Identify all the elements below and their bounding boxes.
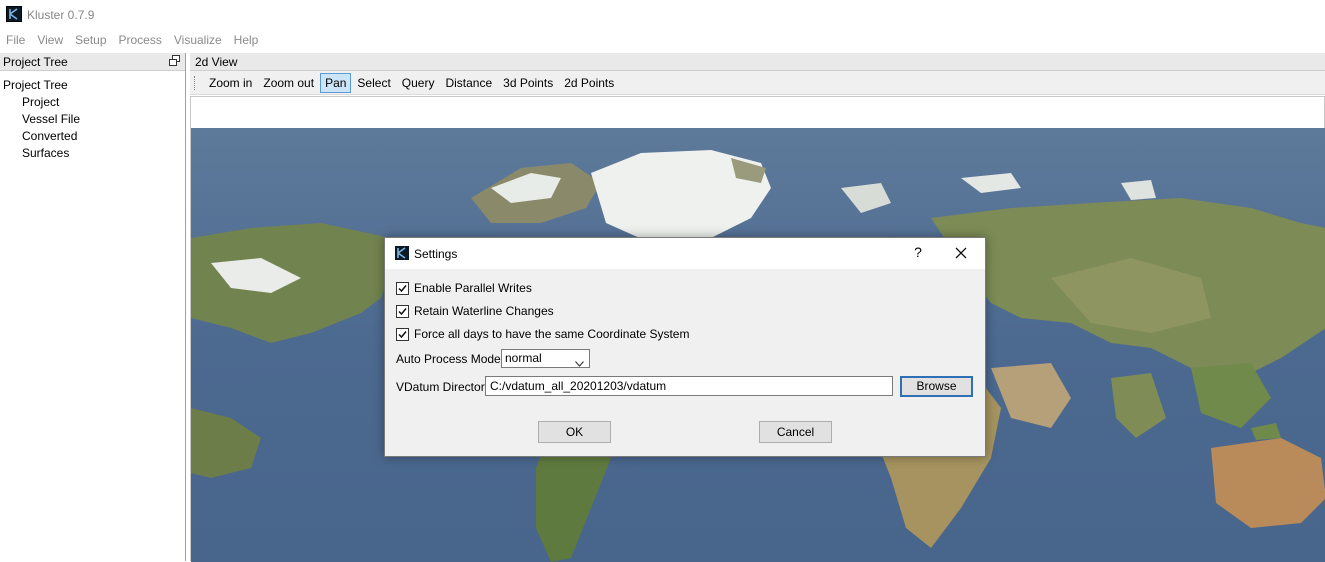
vdatum-directory-label: VDatum Directory [396, 380, 491, 394]
menu-help[interactable]: Help [228, 31, 265, 51]
menu-setup[interactable]: Setup [69, 31, 112, 51]
kluster-logo-icon [6, 6, 22, 22]
tree-item-vessel-file[interactable]: Vessel File [0, 111, 185, 128]
settings-dialog: Settings ? Enable Parallel Writes Retain… [384, 237, 986, 457]
project-tree: Project Tree Project Vessel File Convert… [0, 71, 185, 162]
map-toolbar: Zoom in Zoom out Pan Select Query Distan… [190, 71, 1325, 95]
same-coordinate-system-checkbox[interactable] [396, 327, 409, 341]
same-coordinate-system-option[interactable]: Force all days to have the same Coordina… [396, 326, 689, 342]
parallel-writes-checkbox[interactable] [396, 281, 409, 295]
toolbar-grip[interactable] [194, 75, 197, 90]
cancel-button[interactable]: Cancel [759, 421, 832, 443]
app-title-bar: Kluster 0.7.9 [0, 0, 1325, 30]
close-icon[interactable] [952, 244, 970, 262]
tree-item-surfaces[interactable]: Surfaces [0, 145, 185, 162]
project-tree-panel-title: Project Tree [3, 55, 68, 69]
auto-process-mode-label: Auto Process Mode: [396, 352, 505, 366]
retain-waterline-label: Retain Waterline Changes [414, 304, 554, 318]
settings-dialog-title: Settings [414, 247, 458, 261]
query-button[interactable]: Query [397, 73, 440, 93]
menu-bar: File View Setup Process Visualize Help [0, 31, 264, 51]
vdatum-directory-input[interactable]: C:/vdatum_all_20201203/vdatum [485, 376, 893, 396]
zoom-out-button[interactable]: Zoom out [258, 73, 319, 93]
help-button[interactable]: ? [909, 244, 927, 260]
zoom-in-button[interactable]: Zoom in [204, 73, 257, 93]
chevron-down-icon [575, 355, 584, 372]
menu-visualize[interactable]: Visualize [168, 31, 228, 51]
parallel-writes-label: Enable Parallel Writes [414, 281, 532, 295]
undock-icon[interactable] [169, 55, 180, 66]
tree-root[interactable]: Project Tree [0, 77, 185, 94]
auto-process-mode-select[interactable]: normal [501, 349, 590, 368]
project-tree-panel: Project Tree Project Tree Project Vessel… [0, 53, 186, 561]
menu-process[interactable]: Process [113, 31, 168, 51]
settings-dialog-titlebar: Settings ? [385, 238, 985, 269]
app-title: Kluster 0.7.9 [27, 8, 95, 22]
2d-view-header: 2d View [190, 53, 1325, 71]
tree-item-project[interactable]: Project [0, 94, 185, 111]
pan-button[interactable]: Pan [320, 72, 352, 93]
2d-view-title: 2d View [195, 55, 238, 69]
same-coordinate-system-label: Force all days to have the same Coordina… [414, 327, 690, 341]
select-button[interactable]: Select [352, 73, 395, 93]
browse-button[interactable]: Browse [900, 376, 973, 397]
project-tree-header: Project Tree [0, 53, 185, 71]
retain-waterline-checkbox[interactable] [396, 304, 409, 318]
distance-button[interactable]: Distance [440, 73, 497, 93]
tree-item-converted[interactable]: Converted [0, 128, 185, 145]
menu-view[interactable]: View [31, 31, 69, 51]
parallel-writes-option[interactable]: Enable Parallel Writes [396, 280, 532, 296]
kluster-logo-icon [395, 246, 409, 260]
2d-points-button[interactable]: 2d Points [559, 73, 619, 93]
retain-waterline-option[interactable]: Retain Waterline Changes [396, 303, 554, 319]
menu-file[interactable]: File [0, 31, 31, 51]
ok-button[interactable]: OK [538, 421, 611, 443]
3d-points-button[interactable]: 3d Points [498, 73, 558, 93]
auto-process-mode-value: normal [505, 351, 542, 365]
